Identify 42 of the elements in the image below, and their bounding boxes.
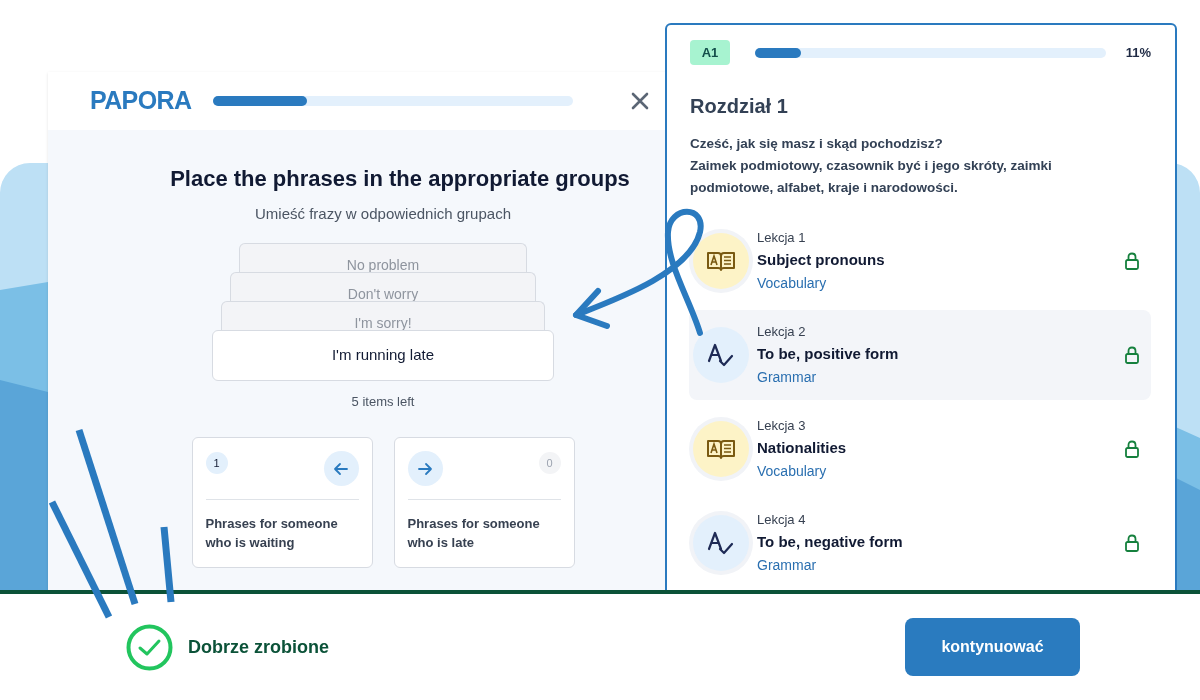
close-button[interactable]	[630, 91, 650, 111]
book-icon	[693, 233, 749, 289]
lesson-row[interactable]: Lekcja 2 To be, positive form Grammar	[689, 310, 1151, 400]
percent-text: 11%	[1125, 43, 1151, 62]
group-label: Phrases for someone who is waiting	[205, 515, 339, 552]
exercise-subtitle: Umieść frazy w odpowiednich grupach	[255, 204, 511, 224]
chapter-title: Rozdział 1	[690, 94, 789, 119]
level-badge: A1	[690, 40, 730, 65]
lesson-number: Lekcja 3	[757, 417, 807, 435]
check-circle-icon	[126, 623, 173, 671]
logo: PAPORA	[90, 85, 192, 117]
items-left-text: 5 items left	[351, 392, 415, 411]
lesson-category: Vocabulary	[757, 462, 828, 481]
spellcheck-icon	[693, 327, 749, 383]
book-icon	[693, 421, 749, 477]
arrow-button[interactable]	[407, 451, 443, 486]
lesson-title: Subject pronouns	[757, 250, 886, 270]
feedback-message: Dobrze zrobione	[188, 635, 329, 659]
continue-button[interactable]: kontynuować	[905, 618, 1080, 676]
count-badge: 0	[538, 452, 561, 474]
group-label: Phrases for someone who is late	[407, 515, 541, 552]
lesson-category: Vocabulary	[757, 274, 828, 293]
group-card[interactable]: 0 Phrases for someone who is late	[393, 437, 575, 568]
lesson-row[interactable]: Lekcja 3 Nationalities Vocabulary	[689, 404, 1151, 494]
lesson-title: Nationalities	[757, 438, 848, 458]
chapter-description: Cześć, jak się masz i skąd pochodzisz?	[690, 135, 944, 153]
lesson-category: Grammar	[757, 368, 818, 387]
count-badge: 1	[205, 452, 228, 474]
group-card[interactable]: 1 Phrases for someone who is waiting	[191, 437, 373, 568]
exercise-title: Place the phrases in the appropriate groups	[169, 165, 630, 193]
lesson-number: Lekcja 4	[757, 511, 807, 529]
lesson-number: Lekcja 1	[757, 229, 807, 247]
phrase-card[interactable]: I'm running late	[212, 329, 554, 381]
arrow-button[interactable]	[323, 451, 359, 486]
lesson-row[interactable]: Lekcja 4 To be, negative form Grammar	[689, 498, 1151, 588]
lesson-category: Grammar	[757, 556, 818, 575]
chapter-description: Zaimek podmiotowy, czasownik być i jego skróty, zaimki podmiotowe, alfabet, kraje i narodowości.	[690, 157, 1053, 197]
lesson-title: To be, positive form	[757, 344, 900, 364]
lesson-title: To be, negative form	[757, 532, 904, 552]
lesson-row[interactable]: Lekcja 1 Subject pronouns Vocabulary	[689, 216, 1151, 306]
lesson-number: Lekcja 2	[757, 323, 807, 341]
spellcheck-icon	[693, 515, 749, 571]
